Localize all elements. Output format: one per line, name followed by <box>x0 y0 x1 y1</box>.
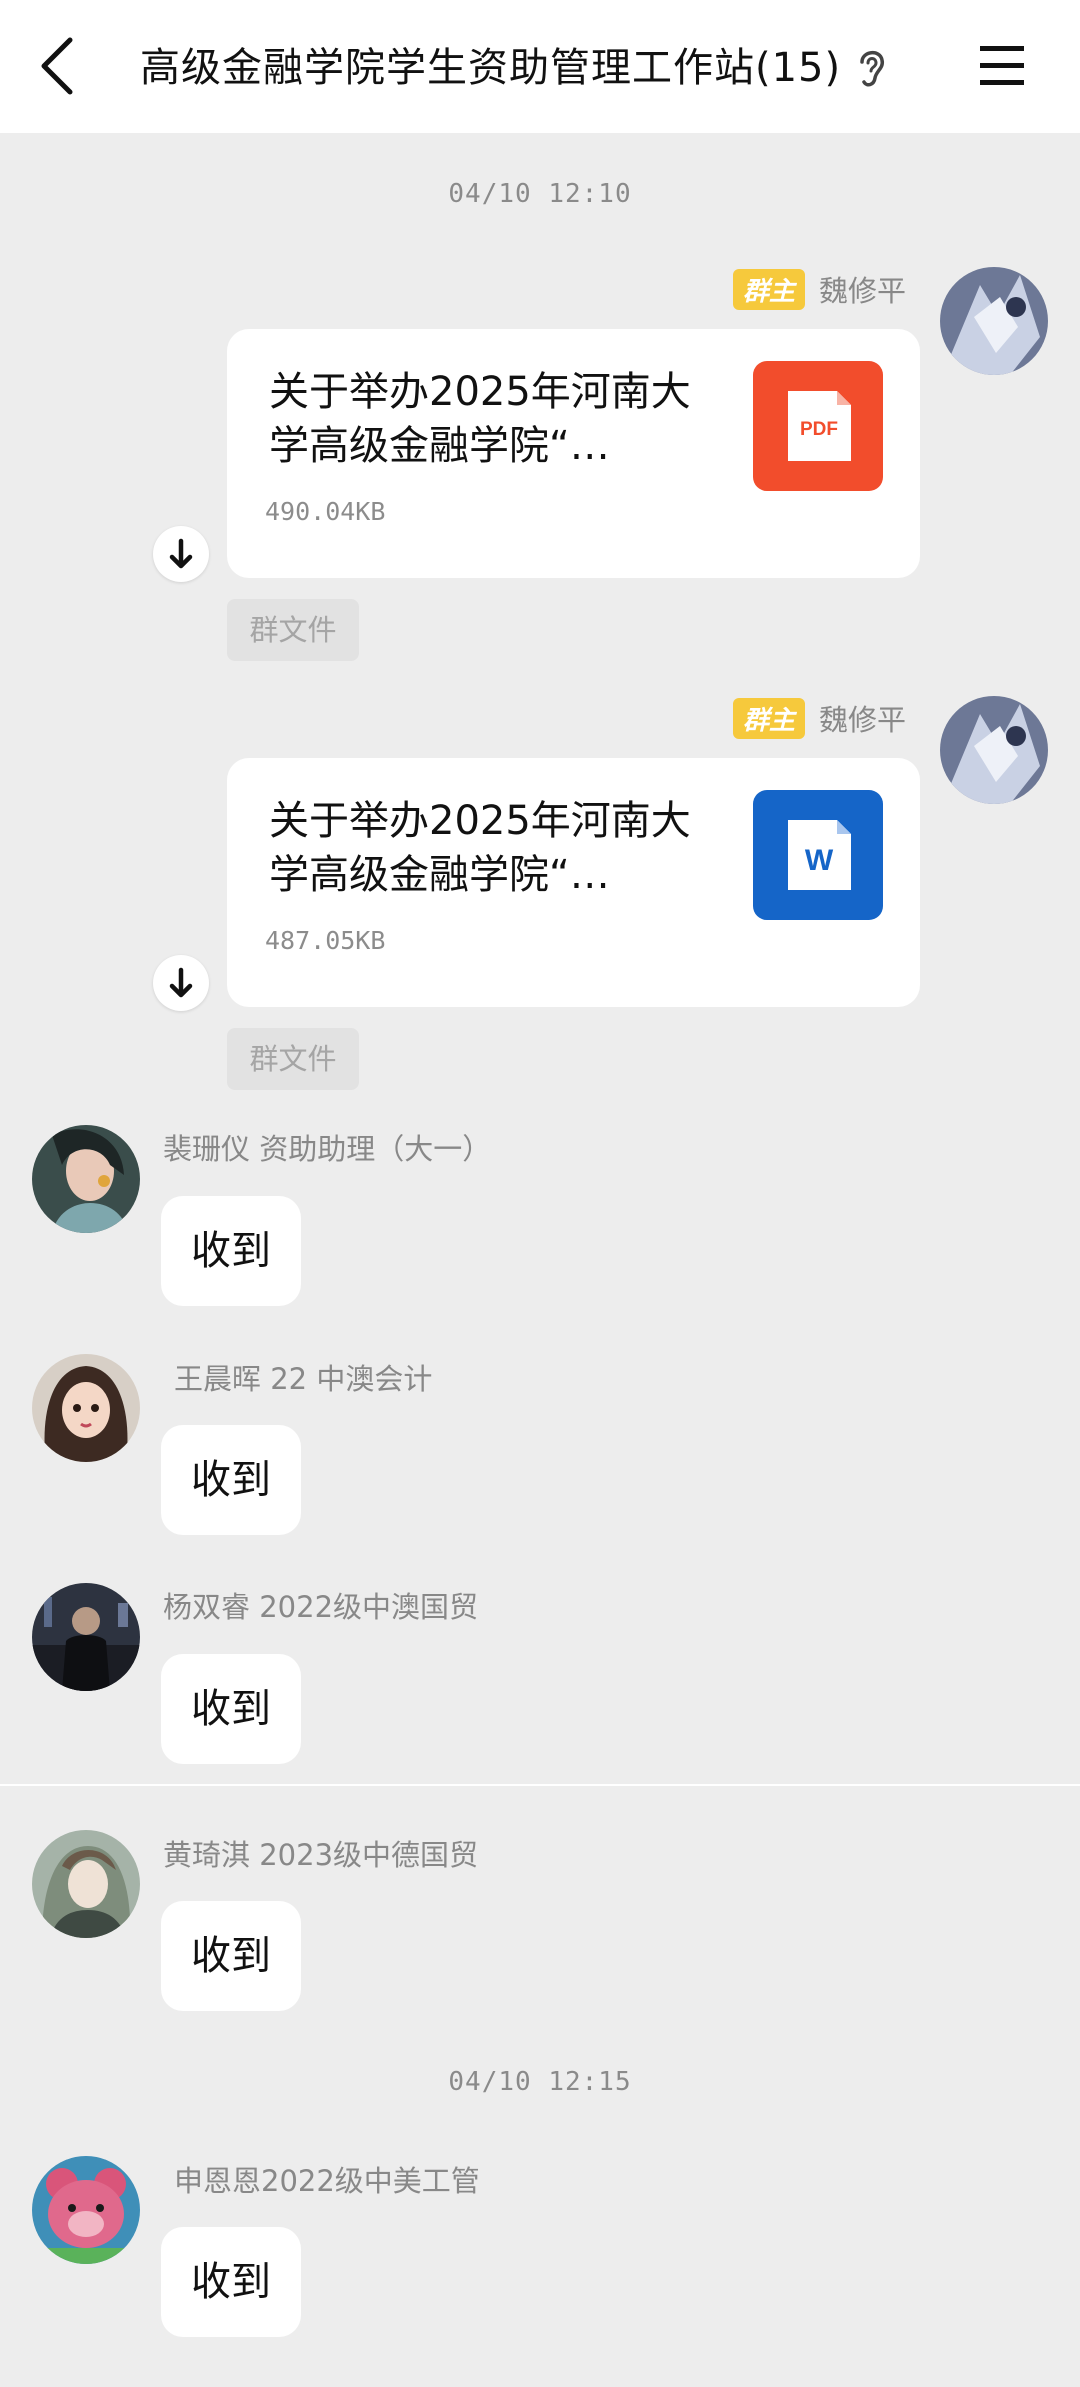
sender-name: 王晨晖 22 中澳会计 <box>174 1362 433 1396</box>
avatar[interactable] <box>32 1830 140 1938</box>
file-card[interactable]: 关于举办2025年河南大学高级金融学院“… 490.04KB PDF <box>227 329 920 578</box>
hamburger-menu-icon <box>980 46 1024 85</box>
pdf-file-icon: PDF <box>753 361 883 491</box>
sender-name: 魏修平 <box>818 703 906 737</box>
word-file-icon: W <box>753 790 883 920</box>
owner-badge: 群主 <box>732 697 805 739</box>
avatar[interactable] <box>940 696 1048 804</box>
download-arrow-icon <box>169 967 193 998</box>
message-bubble[interactable]: 收到 <box>161 1425 301 1535</box>
avatar[interactable] <box>32 1583 140 1691</box>
file-size: 490.04KB <box>265 497 386 526</box>
menu-button[interactable] <box>976 38 1032 94</box>
avatar[interactable] <box>940 267 1048 375</box>
message-bubble[interactable]: 收到 <box>161 1654 301 1764</box>
message-bubble[interactable]: 收到 <box>161 1196 301 1306</box>
sender-name: 杨双睿 2022级中澳国贸 <box>163 1590 479 1624</box>
sender-row: 群主 魏修平 <box>732 697 906 739</box>
sender-name: 裴珊仪 资助助理（大一） <box>163 1132 492 1166</box>
file-type-label: PDF <box>800 419 838 440</box>
avatar[interactable] <box>32 2156 140 2264</box>
owner-badge: 群主 <box>732 268 805 310</box>
ear-icon[interactable] <box>854 44 888 92</box>
sender-name: 申恩恩2022级中美工管 <box>174 2164 480 2198</box>
timestamp: 04/10 12:10 <box>448 179 632 209</box>
sender-row: 群主 魏修平 <box>732 268 906 310</box>
top-bar: 高级金融学院学生资助管理工作站(15) <box>0 0 1080 133</box>
download-button[interactable] <box>153 526 209 582</box>
chevron-left-icon <box>41 37 73 95</box>
sender-name: 黄琦淇 2023级中德国贸 <box>163 1838 479 1872</box>
message-bubble[interactable]: 收到 <box>161 1901 301 2011</box>
avatar[interactable] <box>32 1354 140 1462</box>
message-bubble[interactable]: 收到 <box>161 2227 301 2337</box>
back-button[interactable] <box>30 30 90 102</box>
download-button[interactable] <box>153 955 209 1011</box>
timestamp: 04/10 12:15 <box>448 2067 632 2097</box>
avatar[interactable] <box>32 1125 140 1233</box>
group-file-tag[interactable]: 群文件 <box>227 1028 359 1090</box>
chat-area[interactable]: 04/10 12:10 群主 魏修平 关于举办2025年河南大学高级金融学院“…… <box>0 133 1080 2387</box>
file-name: 关于举办2025年河南大学高级金融学院“… <box>269 369 691 469</box>
sender-name: 魏修平 <box>818 274 906 308</box>
file-card[interactable]: 关于举办2025年河南大学高级金融学院“… 487.05KB W <box>227 758 920 1007</box>
chat-title: 高级金融学院学生资助管理工作站(15) <box>140 45 842 91</box>
divider <box>0 1784 1080 1786</box>
file-type-label: W <box>805 844 834 877</box>
file-name: 关于举办2025年河南大学高级金融学院“… <box>269 798 691 898</box>
download-arrow-icon <box>169 538 193 569</box>
group-file-tag[interactable]: 群文件 <box>227 599 359 661</box>
file-size: 487.05KB <box>265 926 386 955</box>
